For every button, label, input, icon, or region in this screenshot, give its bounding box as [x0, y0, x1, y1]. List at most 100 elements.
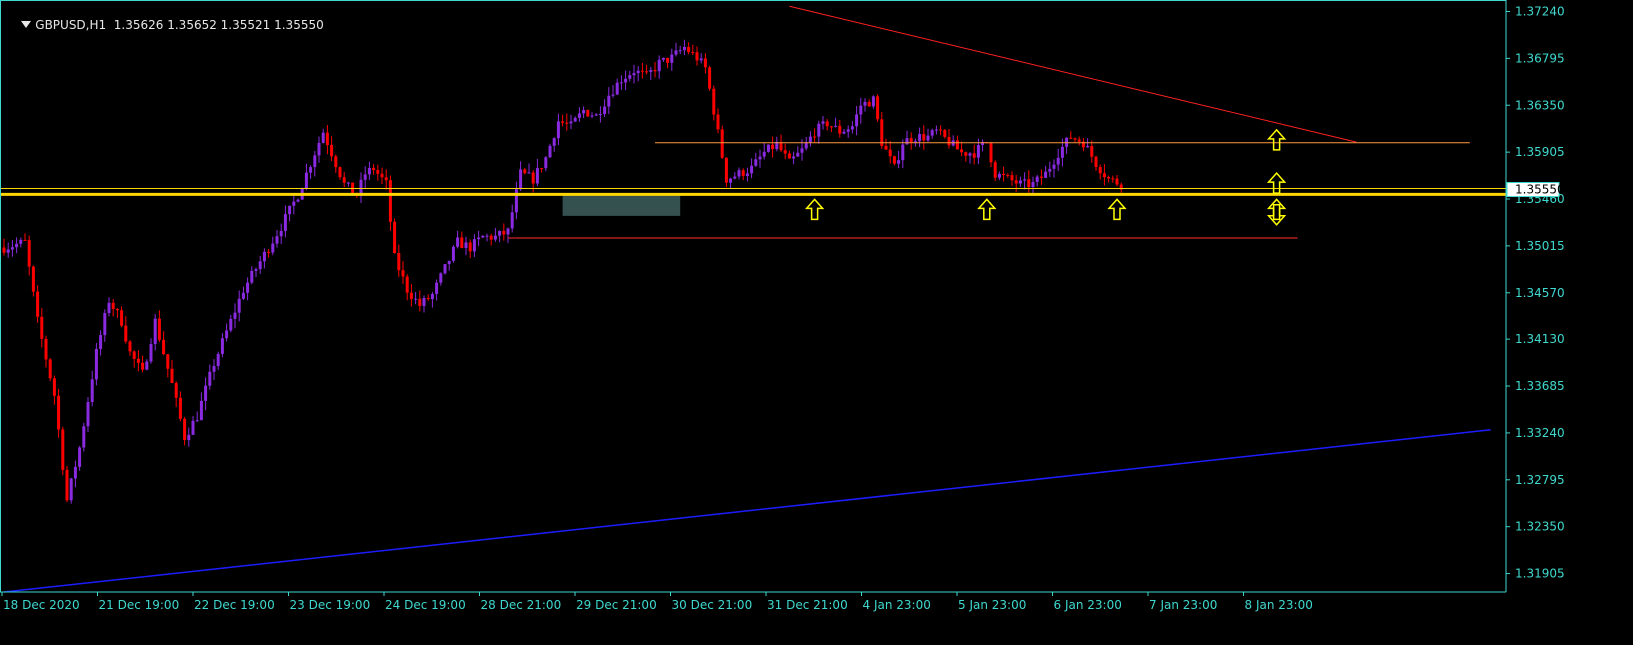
chart-window[interactable]: 1.37240 1.36795 1.36350 1.35905 1.35460 1.350… — [0, 0, 1633, 641]
candle-body — [1010, 175, 1014, 181]
candle-body — [682, 46, 686, 51]
candle-body — [1056, 157, 1060, 165]
candle-body — [955, 140, 959, 150]
candle-body — [846, 129, 850, 132]
candle-body — [69, 478, 73, 501]
ohlc-values: 1.35626 1.35652 1.35521 1.35550 — [113, 18, 324, 32]
candle-body — [876, 96, 880, 120]
candle-body — [40, 316, 44, 339]
candles-layer — [2, 39, 1123, 504]
candle-body — [48, 359, 52, 379]
candle-body — [136, 358, 140, 363]
symbol-label: GBPUSD,H1 — [35, 18, 107, 32]
candle-body — [409, 292, 413, 300]
candle-body — [115, 308, 119, 311]
analysis-lines-layer — [0, 5, 1506, 593]
candle-body — [871, 96, 875, 107]
price-chart[interactable]: 1.372401.367951.363501.359051.354601.350… — [0, 0, 1633, 641]
candle-body — [519, 169, 523, 190]
candle-body — [241, 292, 245, 299]
candle-body — [1014, 180, 1018, 184]
price-tick-label: 1.36795 — [1515, 51, 1565, 65]
candle-body — [867, 101, 871, 107]
candle-body — [132, 351, 136, 359]
candle-body — [57, 395, 61, 430]
candle-body — [363, 174, 367, 180]
candle-body — [619, 82, 623, 84]
candle-body — [393, 221, 397, 254]
candle-body — [674, 50, 678, 55]
candle-body — [808, 136, 812, 143]
collapse-triangle-icon[interactable] — [21, 21, 32, 28]
candle-body — [611, 94, 615, 96]
candle-body — [573, 117, 577, 122]
candle-body — [502, 230, 506, 235]
candle-body — [212, 366, 216, 372]
candle-body — [111, 302, 115, 309]
candle-body — [632, 73, 636, 76]
candle-body — [195, 420, 199, 422]
candle-body — [716, 114, 720, 130]
candle-body — [141, 362, 145, 370]
candle-body — [607, 95, 611, 107]
candle-body — [687, 46, 691, 53]
candle-body — [590, 115, 594, 117]
candle-body — [489, 235, 493, 240]
candle-body — [208, 371, 212, 386]
candle-body — [703, 58, 707, 68]
candle-body — [481, 235, 485, 238]
candle-body — [582, 110, 586, 114]
candle-body — [397, 253, 401, 271]
candle-body — [44, 338, 48, 360]
blue-trendline[interactable] — [3, 429, 1491, 593]
candle-body — [1023, 179, 1027, 181]
candle-body — [439, 273, 443, 283]
candle-body — [334, 156, 338, 168]
candle-body — [800, 148, 804, 153]
candle-body — [82, 426, 86, 448]
candle-body — [27, 240, 31, 267]
candle-body — [787, 153, 791, 159]
time-tick-label: 30 Dec 21:00 — [672, 598, 753, 612]
candle-body — [183, 418, 187, 441]
candle-body — [733, 176, 737, 179]
candle-body — [191, 420, 195, 435]
price-tick-label: 1.34130 — [1515, 332, 1565, 346]
candle-body — [577, 113, 581, 118]
candle-body — [2, 247, 6, 253]
candle-body — [472, 239, 476, 252]
candle-body — [926, 135, 930, 141]
candle-body — [204, 385, 208, 401]
candle-body — [78, 447, 82, 467]
candle-body — [649, 70, 653, 72]
candle-body — [250, 270, 254, 283]
candle-body — [636, 70, 640, 74]
candle-body — [90, 379, 94, 403]
candle-body — [645, 71, 649, 73]
time-tick-label: 21 Dec 19:00 — [99, 598, 180, 612]
candle-body — [771, 144, 775, 150]
candle-body — [107, 302, 111, 314]
candle-body — [695, 52, 699, 61]
candle-body — [330, 144, 334, 157]
candle-body — [296, 199, 300, 202]
candle-body — [380, 173, 384, 178]
candle-body — [531, 172, 535, 184]
candle-body — [691, 52, 695, 54]
candle-body — [544, 157, 548, 169]
up-arrow-icon — [1107, 198, 1127, 221]
candle-body — [842, 131, 846, 134]
price-tick-label: 1.37240 — [1515, 4, 1565, 18]
candle-body — [603, 106, 607, 115]
candle-body — [880, 119, 884, 146]
candle-body — [321, 132, 325, 143]
supply-demand-zone[interactable] — [562, 194, 681, 216]
candle-body — [1018, 180, 1022, 184]
candle-body — [1035, 176, 1039, 183]
candle-body — [237, 298, 241, 313]
candle-body — [561, 121, 565, 123]
candle-body — [31, 266, 35, 292]
time-tick-label: 4 Jan 23:00 — [863, 598, 931, 612]
candle-body — [153, 318, 157, 345]
red-trendline[interactable] — [789, 5, 1357, 143]
